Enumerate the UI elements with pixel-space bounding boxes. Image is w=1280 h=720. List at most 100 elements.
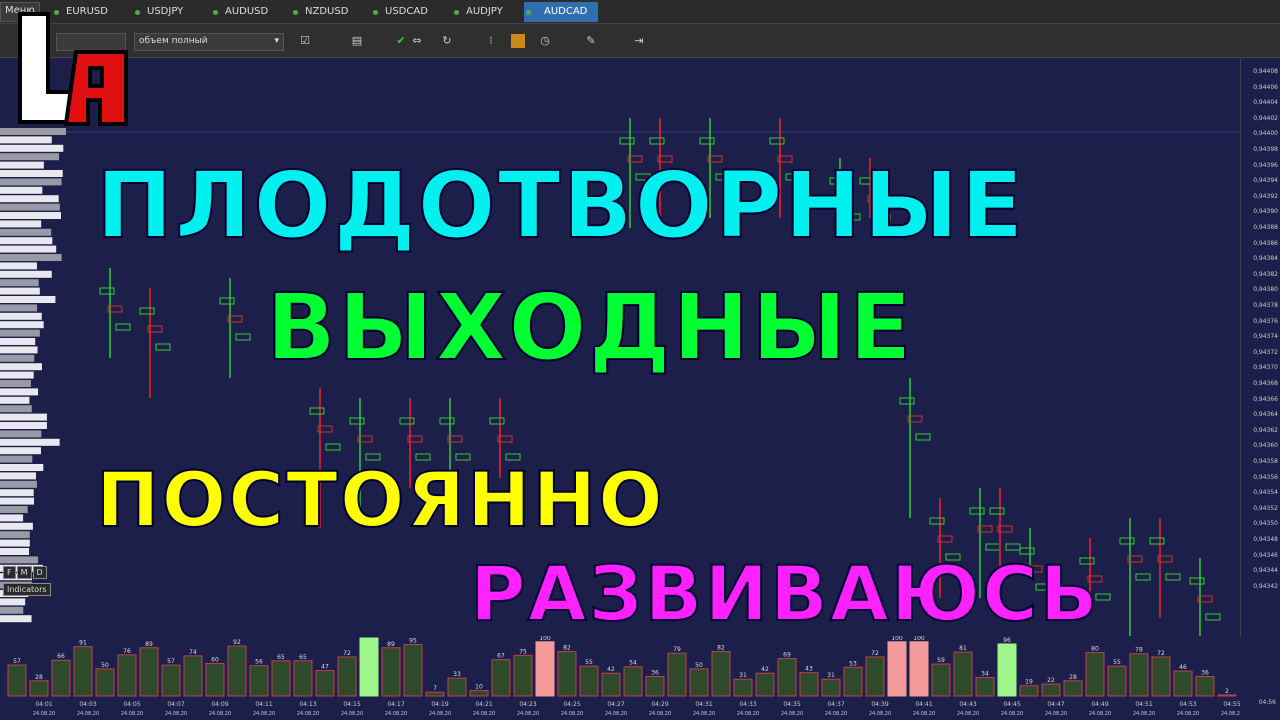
tab-nzdusd[interactable]: NZDUSD	[291, 2, 348, 22]
profile-bar	[0, 212, 61, 219]
date-tick-label: 24.08.20	[869, 711, 891, 717]
volume-bar	[623, 666, 643, 697]
status-dot-icon	[293, 10, 298, 15]
profile-bar	[0, 430, 42, 438]
volume-value-label: 50	[695, 662, 703, 669]
price-tick-label: 0,94346	[1253, 551, 1278, 559]
volume-bar	[95, 668, 115, 697]
tab-label: USDCAD	[385, 6, 428, 17]
date-tick-label: 24.08.20	[297, 711, 319, 717]
date-tick-label: 24.08.20	[253, 711, 275, 717]
headline-line-4: РАЗВИВАЮСЬ	[469, 555, 1100, 633]
tab-label: AUDJPY	[466, 6, 503, 17]
tab-usdjpy[interactable]: USDJPY	[133, 2, 183, 22]
headline-line-1-text: ПЛОДОТВОРНЫЕ	[95, 152, 1026, 259]
settings-icon[interactable]: ⁝	[484, 34, 498, 48]
profile-bar	[0, 480, 37, 488]
volume-mode-select[interactable]: объем полный ▾	[134, 33, 284, 51]
chart-toolbar: объем полный ▾ ☑ ▤ ✔ ⇔ ↻ ⁝ ◷ ✎ ⇥	[0, 24, 1280, 58]
volume-value-label: 31	[739, 672, 747, 679]
tab-audjpy[interactable]: AUDJPY	[452, 2, 503, 22]
clock-icon[interactable]: ◷	[538, 34, 552, 48]
volume-bar	[601, 672, 621, 697]
date-tick-label: 24.08.20	[1089, 711, 1111, 717]
status-dot-icon	[454, 10, 459, 15]
volume-value-label: 76	[123, 648, 131, 655]
volume-value-label: 19	[1025, 679, 1033, 686]
volume-bar	[249, 665, 269, 697]
volume-value-label: 78	[1135, 647, 1143, 654]
time-tick-label: 04:17	[387, 701, 404, 708]
pencil-icon[interactable]: ✎	[584, 34, 598, 48]
profile-bar	[0, 136, 52, 144]
tab-usdcad[interactable]: USDCAD	[371, 2, 428, 22]
volume-bar	[205, 662, 225, 697]
profile-bar	[0, 396, 30, 404]
footprint-cell	[399, 417, 415, 425]
date-tick-label: 24.08.20	[913, 711, 935, 717]
price-tick-label: 0,94390	[1253, 208, 1278, 216]
volume-bar	[315, 670, 335, 697]
indicators-button[interactable]: Indicators	[3, 583, 51, 596]
volume-value-label: 10	[475, 684, 483, 691]
date-tick-label: 24.08.20	[957, 711, 979, 717]
refresh-icon[interactable]: ↻	[440, 34, 454, 48]
time-tick-label: 04:29	[651, 701, 668, 708]
volume-value-label: 36	[651, 669, 659, 676]
footprint-cell	[325, 443, 341, 451]
tab-audcad[interactable]: AUDCAD	[524, 2, 598, 22]
volume-value-label: 50	[101, 662, 109, 669]
footprint-cell	[649, 137, 665, 145]
profile-bar	[0, 363, 42, 371]
footprint-cell	[989, 507, 1005, 515]
volume-bar	[293, 660, 313, 697]
status-dot-icon	[135, 10, 140, 15]
volume-value-label: 42	[761, 666, 769, 673]
date-tick-label: 24.08.20	[33, 711, 55, 717]
time-tick-label: 04:25	[563, 701, 580, 708]
volume-bar	[535, 641, 555, 697]
f-button[interactable]: F	[3, 566, 16, 579]
price-tick-label: 0,94348	[1253, 536, 1278, 543]
checkbox-icon[interactable]: ☑	[298, 34, 312, 48]
profile-bar	[0, 178, 62, 186]
color-swatch-icon[interactable]	[511, 34, 525, 48]
volume-value-label: 57	[13, 658, 21, 665]
tab-audusd[interactable]: AUDUSD	[211, 2, 268, 22]
document-icon[interactable]: ▤	[350, 34, 364, 48]
volume-value-label: 96	[1003, 637, 1011, 644]
profile-bar	[0, 128, 66, 135]
footprint-cell	[915, 433, 931, 441]
footprint-cell	[439, 417, 455, 425]
volume-value-label: 7	[433, 685, 437, 692]
checkmark-icon[interactable]: ✔	[394, 34, 408, 48]
volume-bar	[161, 664, 181, 697]
time-tick-label: 04:43	[959, 701, 976, 708]
footprint-cell	[99, 287, 115, 295]
time-tick-label: 04:21	[475, 701, 492, 708]
time-tick-label: 04:19	[431, 701, 448, 708]
trading-app: Меню EURUSD USDJPY AUDUSD NZDUSD USDCAD …	[0, 0, 1280, 720]
profile-bar	[0, 422, 47, 429]
volume-value-label: 31	[827, 672, 835, 679]
footprint-cell	[1149, 537, 1165, 545]
tab-label: USDJPY	[147, 6, 184, 17]
m-button[interactable]: M	[16, 566, 32, 579]
corner-time: 04:56	[1258, 699, 1276, 706]
profile-bar	[0, 296, 56, 303]
time-tick-label: 04:33	[739, 701, 756, 708]
price-tick-label: 0,94398	[1253, 146, 1278, 153]
time-tick-label: 04:37	[827, 701, 844, 708]
tab-label: AUDUSD	[225, 6, 269, 17]
d-button[interactable]: D	[32, 566, 47, 579]
volume-value-label: 89	[145, 641, 153, 648]
status-dot-icon	[213, 10, 218, 15]
cursor-icon[interactable]: ⇥	[632, 34, 646, 48]
date-tick-label: 24.08.20	[605, 711, 627, 717]
arrows-icon[interactable]: ⇔	[410, 34, 424, 48]
footprint-cell	[139, 307, 155, 315]
time-tick-label: 04:47	[1047, 701, 1064, 708]
footprint-cell	[1189, 577, 1205, 585]
price-tick-label: 0,94370	[1253, 364, 1278, 372]
tab-label: AUDCAD	[544, 6, 588, 17]
